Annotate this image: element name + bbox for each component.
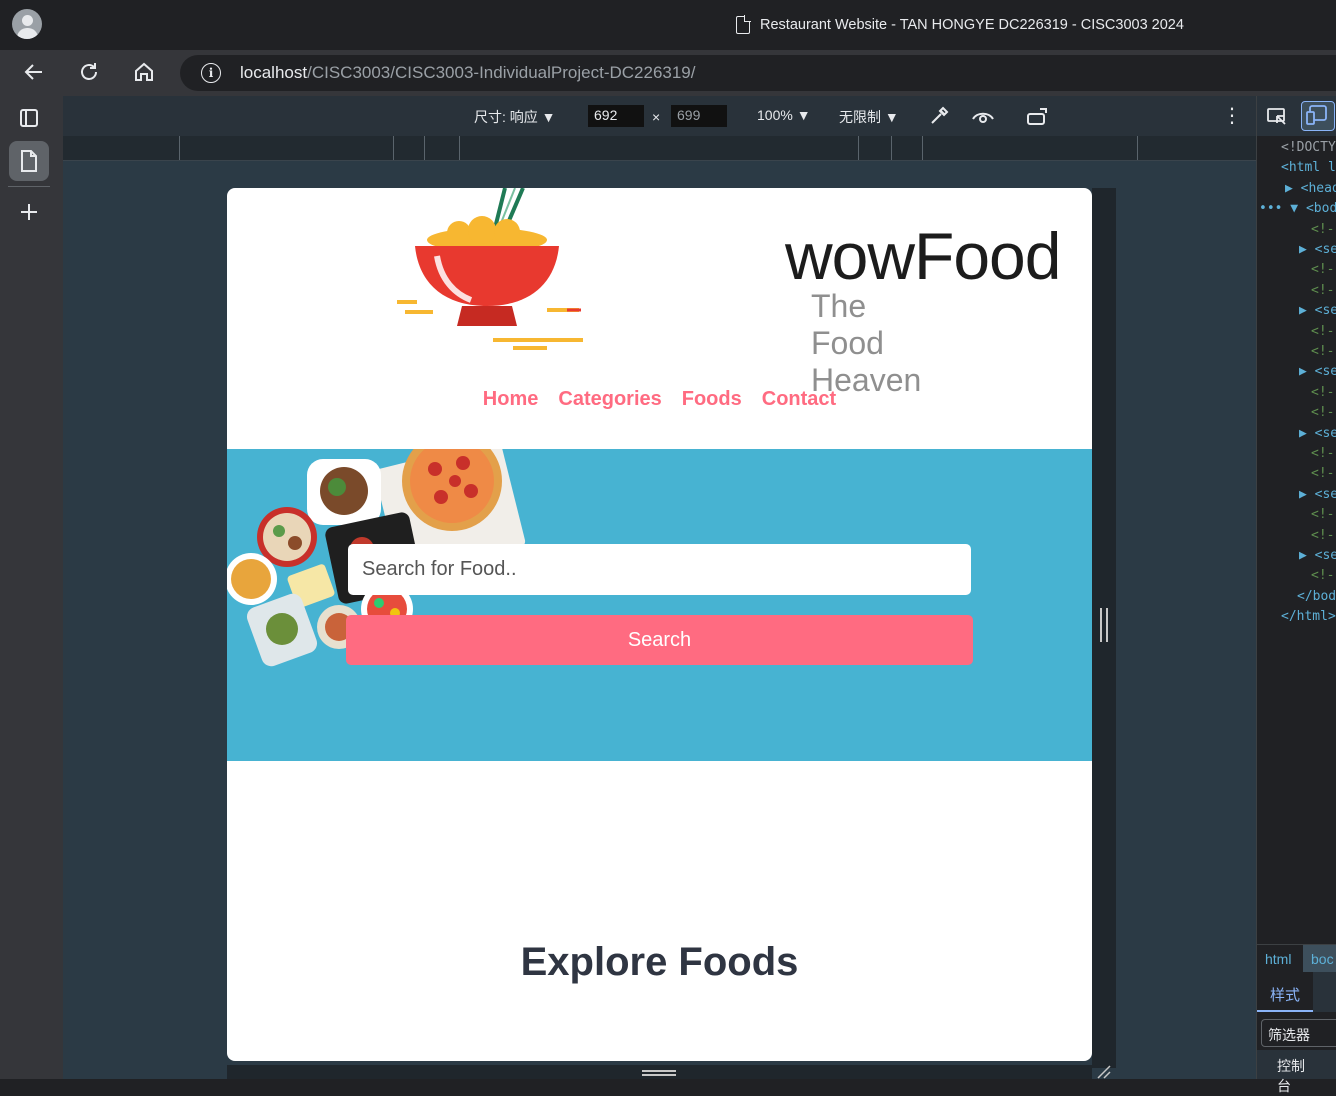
site-menu: Home Categories Foods Contact bbox=[227, 388, 1092, 411]
dom-tree-line[interactable]: <!- bbox=[1311, 405, 1334, 420]
dom-tree-line[interactable]: ▶ <se bbox=[1299, 548, 1336, 563]
rotate-device-icon[interactable] bbox=[1026, 106, 1050, 133]
throttle-label: 无限制 bbox=[839, 109, 881, 125]
device-toggle-icon[interactable] bbox=[1301, 101, 1335, 131]
active-tab-document-icon[interactable] bbox=[9, 141, 49, 181]
width-input[interactable]: 692 bbox=[588, 105, 644, 127]
dom-tree-line[interactable]: <!- bbox=[1311, 344, 1334, 359]
tab-panel-icon[interactable] bbox=[9, 98, 49, 138]
ruler-tick bbox=[922, 136, 923, 160]
media-query-ruler bbox=[63, 136, 1256, 161]
dom-breadcrumb: html boc bbox=[1257, 944, 1336, 973]
ruler-tick bbox=[459, 136, 460, 160]
zoom-dropdown[interactable]: 100% ▼ bbox=[757, 107, 811, 123]
dom-tree-line[interactable]: <!- bbox=[1311, 324, 1334, 339]
dom-tree-line[interactable]: <!- bbox=[1311, 222, 1334, 237]
dom-tree-line[interactable]: <!- bbox=[1311, 262, 1334, 277]
ruler-tick bbox=[858, 136, 859, 160]
search-button[interactable]: Search bbox=[346, 615, 973, 665]
dom-tree-line[interactable]: ▶ <se bbox=[1299, 364, 1336, 379]
menu-link-categories[interactable]: Categories bbox=[558, 388, 661, 411]
logo-wordmark: wowFood bbox=[785, 219, 1061, 293]
dom-tree-line[interactable]: ▶ <se bbox=[1299, 303, 1336, 318]
dropdown-triangle-icon: ▼ bbox=[796, 107, 811, 123]
reload-icon[interactable] bbox=[74, 57, 104, 87]
height-input[interactable]: 699 bbox=[671, 105, 727, 127]
tab-styles[interactable]: 样式 bbox=[1270, 984, 1300, 1005]
styles-filter-input[interactable]: 筛选器 bbox=[1261, 1019, 1336, 1047]
dom-tree-line[interactable]: ▶ <se bbox=[1299, 487, 1336, 502]
eyedropper-icon[interactable] bbox=[928, 105, 950, 132]
dom-tree-line[interactable]: <!DOCTY bbox=[1281, 140, 1336, 155]
dom-tree-line[interactable]: <!- bbox=[1311, 283, 1334, 298]
dom-tree-line[interactable]: ▶ <se bbox=[1299, 242, 1336, 257]
strip-divider bbox=[8, 186, 50, 187]
explore-foods-heading: Explore Foods bbox=[520, 940, 799, 984]
dom-tree-line[interactable]: <!- bbox=[1311, 568, 1334, 583]
ruler-tick bbox=[393, 136, 394, 160]
corner-resize-icon[interactable] bbox=[1096, 1064, 1112, 1085]
menu-link-contact[interactable]: Contact bbox=[762, 388, 836, 411]
inspect-element-icon[interactable] bbox=[1266, 106, 1288, 133]
ruler-tick bbox=[424, 136, 425, 160]
crumb-html[interactable]: html bbox=[1265, 951, 1291, 967]
ruler-tick bbox=[1137, 136, 1138, 160]
food-search-input[interactable] bbox=[348, 544, 971, 595]
food-search-section bbox=[227, 449, 1092, 761]
zoom-label: 100% bbox=[757, 107, 793, 123]
site-logo[interactable]: wowFood The Food Heaven bbox=[397, 188, 1061, 398]
dom-tree-line[interactable]: <!- bbox=[1311, 446, 1334, 461]
logo-tagline: The Food Heaven bbox=[811, 288, 922, 398]
dom-tree-line[interactable]: <!- bbox=[1311, 507, 1334, 522]
dom-tree-line[interactable]: <!- bbox=[1311, 385, 1334, 400]
dom-tree-line[interactable]: </html> bbox=[1281, 609, 1336, 624]
dom-tree-line[interactable]: </bod bbox=[1297, 589, 1336, 604]
resize-handle-bottom[interactable] bbox=[642, 1070, 676, 1076]
dom-tree-line[interactable]: ▶ <se bbox=[1299, 426, 1336, 441]
profile-avatar-icon[interactable] bbox=[12, 9, 42, 39]
times-sign: × bbox=[652, 109, 661, 125]
menu-link-foods[interactable]: Foods bbox=[682, 388, 742, 411]
resize-handle-right[interactable] bbox=[1100, 608, 1108, 642]
window-title: Restaurant Website - TAN HONGYE DC226319… bbox=[760, 17, 1184, 33]
window-title-area: Restaurant Website - TAN HONGYE DC226319… bbox=[736, 14, 1184, 36]
dom-tree-line[interactable]: <!- bbox=[1311, 466, 1334, 481]
dom-tree-line[interactable]: ▶ <head bbox=[1285, 181, 1336, 196]
dom-tree-line[interactable]: <!- bbox=[1311, 528, 1334, 543]
dimensions-label: 尺寸: 响应 bbox=[474, 109, 538, 125]
menu-link-home[interactable]: Home bbox=[483, 388, 539, 411]
emulated-web-page: wowFood The Food Heaven Home Categories … bbox=[227, 188, 1092, 1061]
url-path: /CISC3003/CISC3003-IndividualProject-DC2… bbox=[307, 63, 696, 82]
vertical-tab-strip bbox=[0, 96, 63, 1079]
vision-eye-icon[interactable] bbox=[971, 107, 995, 132]
dimensions-dropdown[interactable]: 尺寸: 响应 ▼ bbox=[474, 107, 556, 127]
url-text[interactable]: localhost/CISC3003/CISC3003-IndividualPr… bbox=[240, 63, 696, 83]
url-host: localhost bbox=[240, 63, 308, 82]
ruler-tick bbox=[891, 136, 892, 160]
dropdown-triangle-icon: ▼ bbox=[541, 109, 556, 125]
throttle-dropdown[interactable]: 无限制 ▼ bbox=[839, 107, 899, 127]
new-tab-plus-icon[interactable] bbox=[9, 192, 49, 232]
noodle-bowl-icon bbox=[397, 188, 583, 350]
dropdown-triangle-icon: ▼ bbox=[884, 109, 899, 125]
more-options-icon[interactable]: ⋮ bbox=[1222, 106, 1242, 126]
dom-tree-line[interactable]: ••• ▼ <body bbox=[1259, 201, 1336, 216]
home-icon[interactable] bbox=[129, 57, 159, 87]
console-drawer-tab[interactable]: 控制台 bbox=[1257, 1050, 1336, 1094]
devtools-subtabs: 样式 bbox=[1257, 972, 1336, 1012]
site-info-icon[interactable]: i bbox=[201, 63, 221, 83]
back-arrow-icon[interactable] bbox=[19, 57, 49, 87]
document-icon bbox=[736, 15, 751, 34]
dom-tree-line[interactable]: <html l bbox=[1281, 160, 1336, 175]
ruler-tick bbox=[179, 136, 180, 160]
crumb-body[interactable]: boc bbox=[1311, 951, 1334, 967]
